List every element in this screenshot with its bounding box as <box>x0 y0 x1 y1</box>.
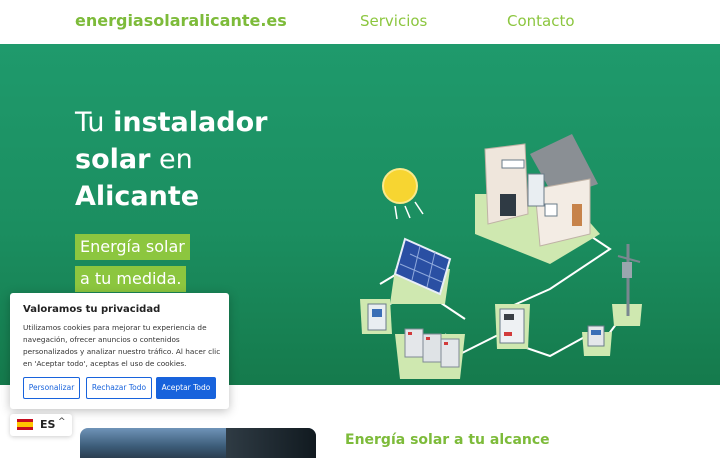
site-header: energiasolaralicante.es Servicios Contac… <box>0 0 720 44</box>
electric-meter-icon <box>582 325 612 356</box>
accept-all-button[interactable]: Aceptar Todo <box>156 377 216 399</box>
battery-bank-icon <box>395 328 465 379</box>
cookie-title: Valoramos tu privacidad <box>23 304 161 315</box>
chevron-up-icon: ^ <box>58 417 66 427</box>
hero-title-part: solar <box>75 144 151 175</box>
house-icon <box>475 134 600 264</box>
site-logo[interactable]: energiasolaralicante.es <box>75 11 287 30</box>
solar-system-illustration <box>360 134 642 379</box>
spain-flag-icon <box>17 419 33 430</box>
solar-panel-icon <box>390 237 452 304</box>
hero-title-part: Alicante <box>75 181 200 212</box>
solar-installation-photo <box>80 428 316 458</box>
hero-title-part: en <box>150 144 193 175</box>
hero-title: Tu instalador solar en Alicante <box>75 104 315 215</box>
language-switcher[interactable]: ES ^ <box>10 414 72 436</box>
hero-title-part: instalador <box>113 107 268 138</box>
nav-servicios[interactable]: Servicios <box>360 12 427 30</box>
hero-tag-medida: a tu medida. <box>75 266 187 292</box>
language-code: ES <box>40 418 56 431</box>
nav-contacto[interactable]: Contacto <box>507 12 575 30</box>
reject-all-button[interactable]: Rechazar Todo <box>86 377 152 399</box>
charge-controller-icon <box>360 299 392 334</box>
cookie-consent-banner: Valoramos tu privacidad Utilizamos cooki… <box>10 293 229 409</box>
inverter-icon <box>495 304 530 349</box>
cookie-description: Utilizamos cookies para mejorar tu exper… <box>23 323 221 368</box>
sun-icon <box>382 168 424 220</box>
section-title: Energía solar a tu alcance <box>345 432 550 448</box>
customize-button[interactable]: Personalizar <box>23 377 80 399</box>
photo-shadow-area <box>226 428 316 458</box>
hero-title-part: Tu <box>75 107 114 138</box>
utility-pole-icon <box>612 244 642 326</box>
hero-tag-energia: Energía solar <box>75 234 190 260</box>
